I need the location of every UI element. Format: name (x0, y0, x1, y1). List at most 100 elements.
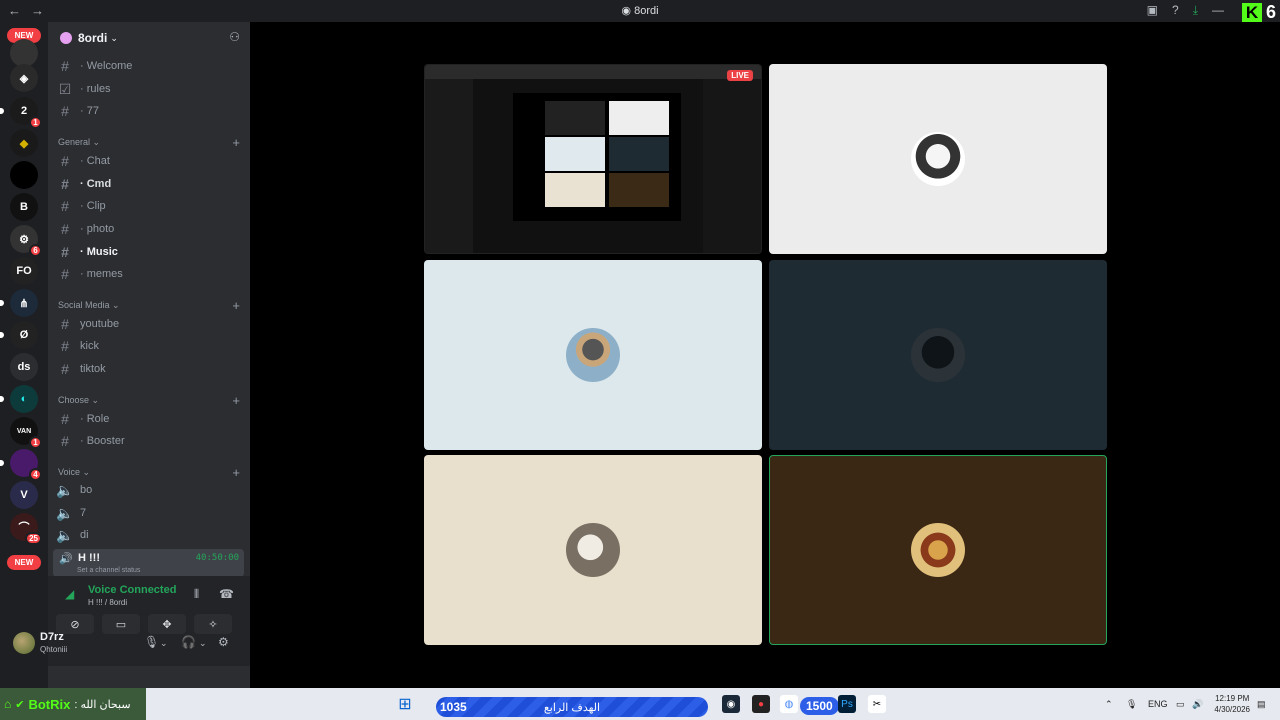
channel-chat[interactable]: # · Chat (56, 151, 244, 171)
server-icon-5[interactable] (10, 161, 38, 189)
channel-tiktok[interactable]: # tiktok (56, 359, 244, 379)
add-channel-icon[interactable]: + (232, 465, 240, 480)
channel-sidebar: 8ordi ⌄ ⚇ # · Welcome ☑ · rules # · 77 Gene… (48, 22, 250, 688)
settings-gear-icon[interactable]: ⚙ (218, 635, 229, 649)
server-icon-7[interactable]: ⚙ 6 (10, 225, 42, 257)
hash-icon: # (61, 244, 69, 260)
add-channel-icon[interactable]: + (232, 393, 240, 408)
minimize-icon[interactable]: — (1212, 3, 1224, 18)
add-channel-icon[interactable]: + (232, 135, 240, 150)
voice-channel-7[interactable]: 🔈 7 (56, 503, 244, 523)
category-social-media[interactable]: Social Media ⌄ + (58, 298, 240, 313)
screen-share-tile[interactable]: LIVE (424, 64, 762, 254)
server-icon-15[interactable]: V (10, 481, 38, 509)
channel-clip[interactable]: # · Clip (56, 196, 244, 216)
voice-channel-bo[interactable]: 🔈 bo (56, 480, 244, 500)
new-pill-bottom[interactable]: NEW (7, 555, 41, 570)
disconnect-icon[interactable]: ☎ (219, 587, 234, 601)
server-icon-12[interactable]: ◐ (0, 385, 38, 413)
title-bar: ← → ◉ 8ordi ▣ ? ⤓ — K 6 (0, 0, 1280, 23)
system-clock[interactable]: 12:19 PM 4/30/2026 (1214, 693, 1250, 715)
voice-channel-di[interactable]: 🔈 di (56, 525, 244, 545)
channel-label: · photo (80, 223, 115, 235)
shared-browser-bar (425, 65, 761, 79)
category-general[interactable]: General ⌄ + (58, 135, 240, 150)
noise-suppression-icon[interactable]: ⫴ (194, 587, 199, 602)
notification-icon[interactable]: ▤ (1257, 699, 1266, 710)
inbox-icon[interactable]: ▣ (1147, 3, 1158, 18)
server-header[interactable]: 8ordi ⌄ ⚇ (48, 22, 250, 54)
windows-start-icon[interactable]: ⊞ (396, 695, 414, 713)
channel-kick[interactable]: # kick (56, 336, 244, 356)
server-icon-2[interactable]: ◈ (10, 64, 38, 92)
tray-chevron-icon[interactable]: ⌃ (1105, 699, 1113, 710)
recorder-icon[interactable]: ● (752, 695, 770, 713)
channel-welcome[interactable]: # · Welcome (56, 56, 244, 76)
add-member-icon[interactable]: ⚇ (229, 30, 240, 44)
soundboard-button[interactable]: ✧ (194, 614, 232, 634)
photoshop-icon[interactable]: Ps (838, 695, 856, 713)
clock-date: 4/30/2026 (1214, 705, 1250, 714)
participant-tile-5[interactable] (424, 455, 762, 645)
participant-tile-6-speaking[interactable] (769, 455, 1107, 645)
add-channel-icon[interactable]: + (232, 298, 240, 313)
activities-button[interactable]: ✥ (148, 614, 186, 634)
server-icon-3[interactable]: 2 1 (0, 97, 42, 129)
chrome-icon[interactable]: ◍ (780, 695, 798, 713)
help-icon[interactable]: ? (1172, 3, 1179, 18)
bot-name: BotRix (28, 696, 71, 712)
channel-rules[interactable]: ☑ · rules (56, 79, 244, 99)
screen-share-button[interactable]: ▭ (102, 614, 140, 634)
server-icon-9[interactable]: ⋔ (0, 289, 38, 317)
participant-tile-2[interactable] (769, 64, 1107, 254)
category-choose[interactable]: Choose ⌄ + (58, 393, 240, 408)
signal-icon[interactable]: ◢ (65, 587, 74, 601)
steam-icon[interactable]: ◉ (722, 695, 740, 713)
participant-tile-4[interactable] (769, 260, 1107, 450)
channel-role[interactable]: # · Role (56, 409, 244, 429)
microphone-icon[interactable]: 🎙 (144, 635, 159, 649)
channel-youtube[interactable]: # youtube (56, 314, 244, 334)
channel-memes[interactable]: # · memes (56, 264, 244, 284)
server-icon-13[interactable]: VAN 1 (10, 417, 42, 449)
server-icon-10[interactable]: Ø (0, 321, 38, 349)
capcut-icon[interactable]: ✂ (868, 695, 886, 713)
headphones-icon[interactable]: 🎧 (181, 635, 196, 649)
window-title-text: 8ordi (634, 5, 659, 17)
unread-pip (0, 460, 4, 466)
voice-connected-location[interactable]: H !!! / 8ordi (88, 598, 127, 607)
channel-status-prompt[interactable]: Set a channel status (77, 567, 140, 574)
participant-tile-3[interactable] (424, 260, 762, 450)
channel-music[interactable]: # · Music (56, 242, 244, 262)
user-name[interactable]: D7rz (40, 631, 64, 643)
channel-photo[interactable]: # · photo (56, 219, 244, 239)
download-icon[interactable]: ⤓ (1193, 3, 1198, 18)
voice-timer: 40:50:00 (195, 553, 239, 563)
server-icon-6[interactable]: B (10, 193, 38, 221)
server-icon-1[interactable] (10, 39, 38, 67)
hash-icon: # (61, 316, 69, 332)
server-icon-16[interactable]: ⌒ 25 (10, 513, 42, 545)
participant-avatar (566, 328, 620, 382)
server-icon-4[interactable]: ◆ (10, 129, 38, 157)
server-icon-14[interactable]: 4 (0, 449, 42, 481)
category-voice[interactable]: Voice ⌄ + (58, 465, 240, 480)
tray-volume-icon[interactable]: 🔊 (1192, 699, 1203, 710)
tray-display-icon[interactable]: ▭ (1176, 699, 1185, 710)
mention-badge: 1 (29, 116, 42, 129)
voice-connected-label: Voice Connected (88, 584, 177, 596)
channel-cmd[interactable]: # · Cmd (56, 174, 244, 194)
user-avatar[interactable] (13, 632, 35, 654)
language-indicator[interactable]: ENG (1148, 699, 1168, 709)
server-icon-11[interactable]: ds (10, 353, 38, 381)
hash-icon: # (61, 176, 69, 192)
channel-label: tiktok (80, 363, 106, 375)
hash-icon: # (61, 198, 69, 214)
server-icon-8[interactable]: FO (10, 257, 38, 285)
channel-77[interactable]: # · 77 (56, 101, 244, 121)
tray-mic-icon[interactable]: 🎙 (1126, 699, 1137, 710)
channel-booster[interactable]: # · Booster (56, 431, 244, 451)
chevron-down-icon[interactable]: ⌄ (199, 638, 207, 649)
chevron-down-icon[interactable]: ⌄ (160, 638, 168, 649)
active-voice-channel[interactable]: 🔊 H !!! 40:50:00 Set a channel status (53, 549, 244, 577)
